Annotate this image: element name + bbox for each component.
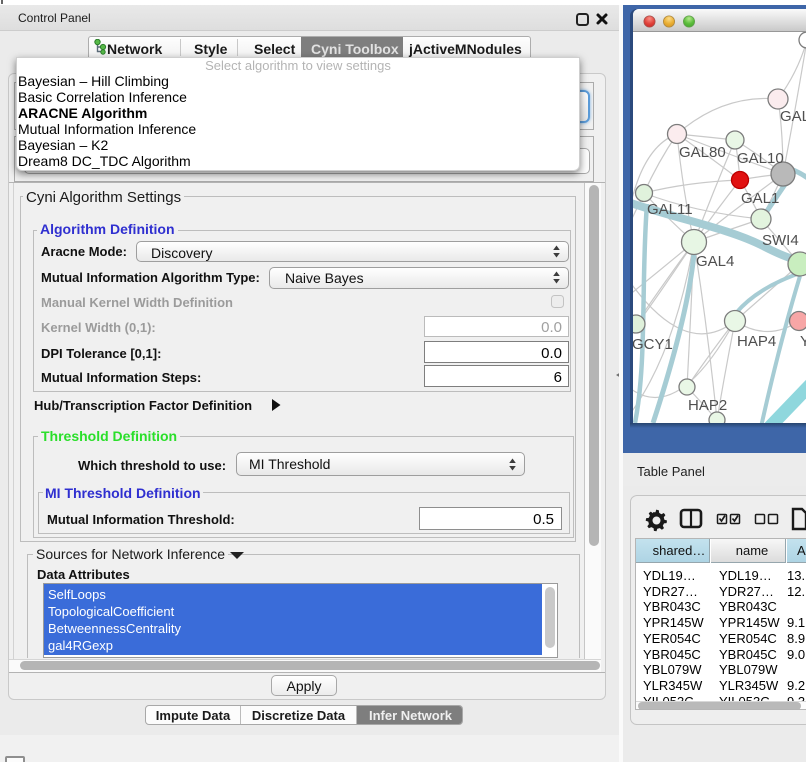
svg-text:GAL1: GAL1 — [741, 190, 779, 207]
svg-text:SWI4: SWI4 — [762, 232, 799, 249]
svg-text:GAL80: GAL80 — [679, 144, 726, 161]
svg-text:GAL4: GAL4 — [696, 253, 734, 270]
svg-text:HAP2: HAP2 — [688, 397, 727, 414]
svg-text:Y: Y — [800, 333, 806, 350]
svg-text:GAL11: GAL11 — [647, 201, 693, 218]
svg-text:GAL7: GAL7 — [780, 108, 806, 125]
svg-text:GAL10: GAL10 — [737, 150, 784, 167]
svg-text:GCY1: GCY1 — [633, 336, 673, 353]
svg-text:HAP4: HAP4 — [737, 333, 776, 350]
